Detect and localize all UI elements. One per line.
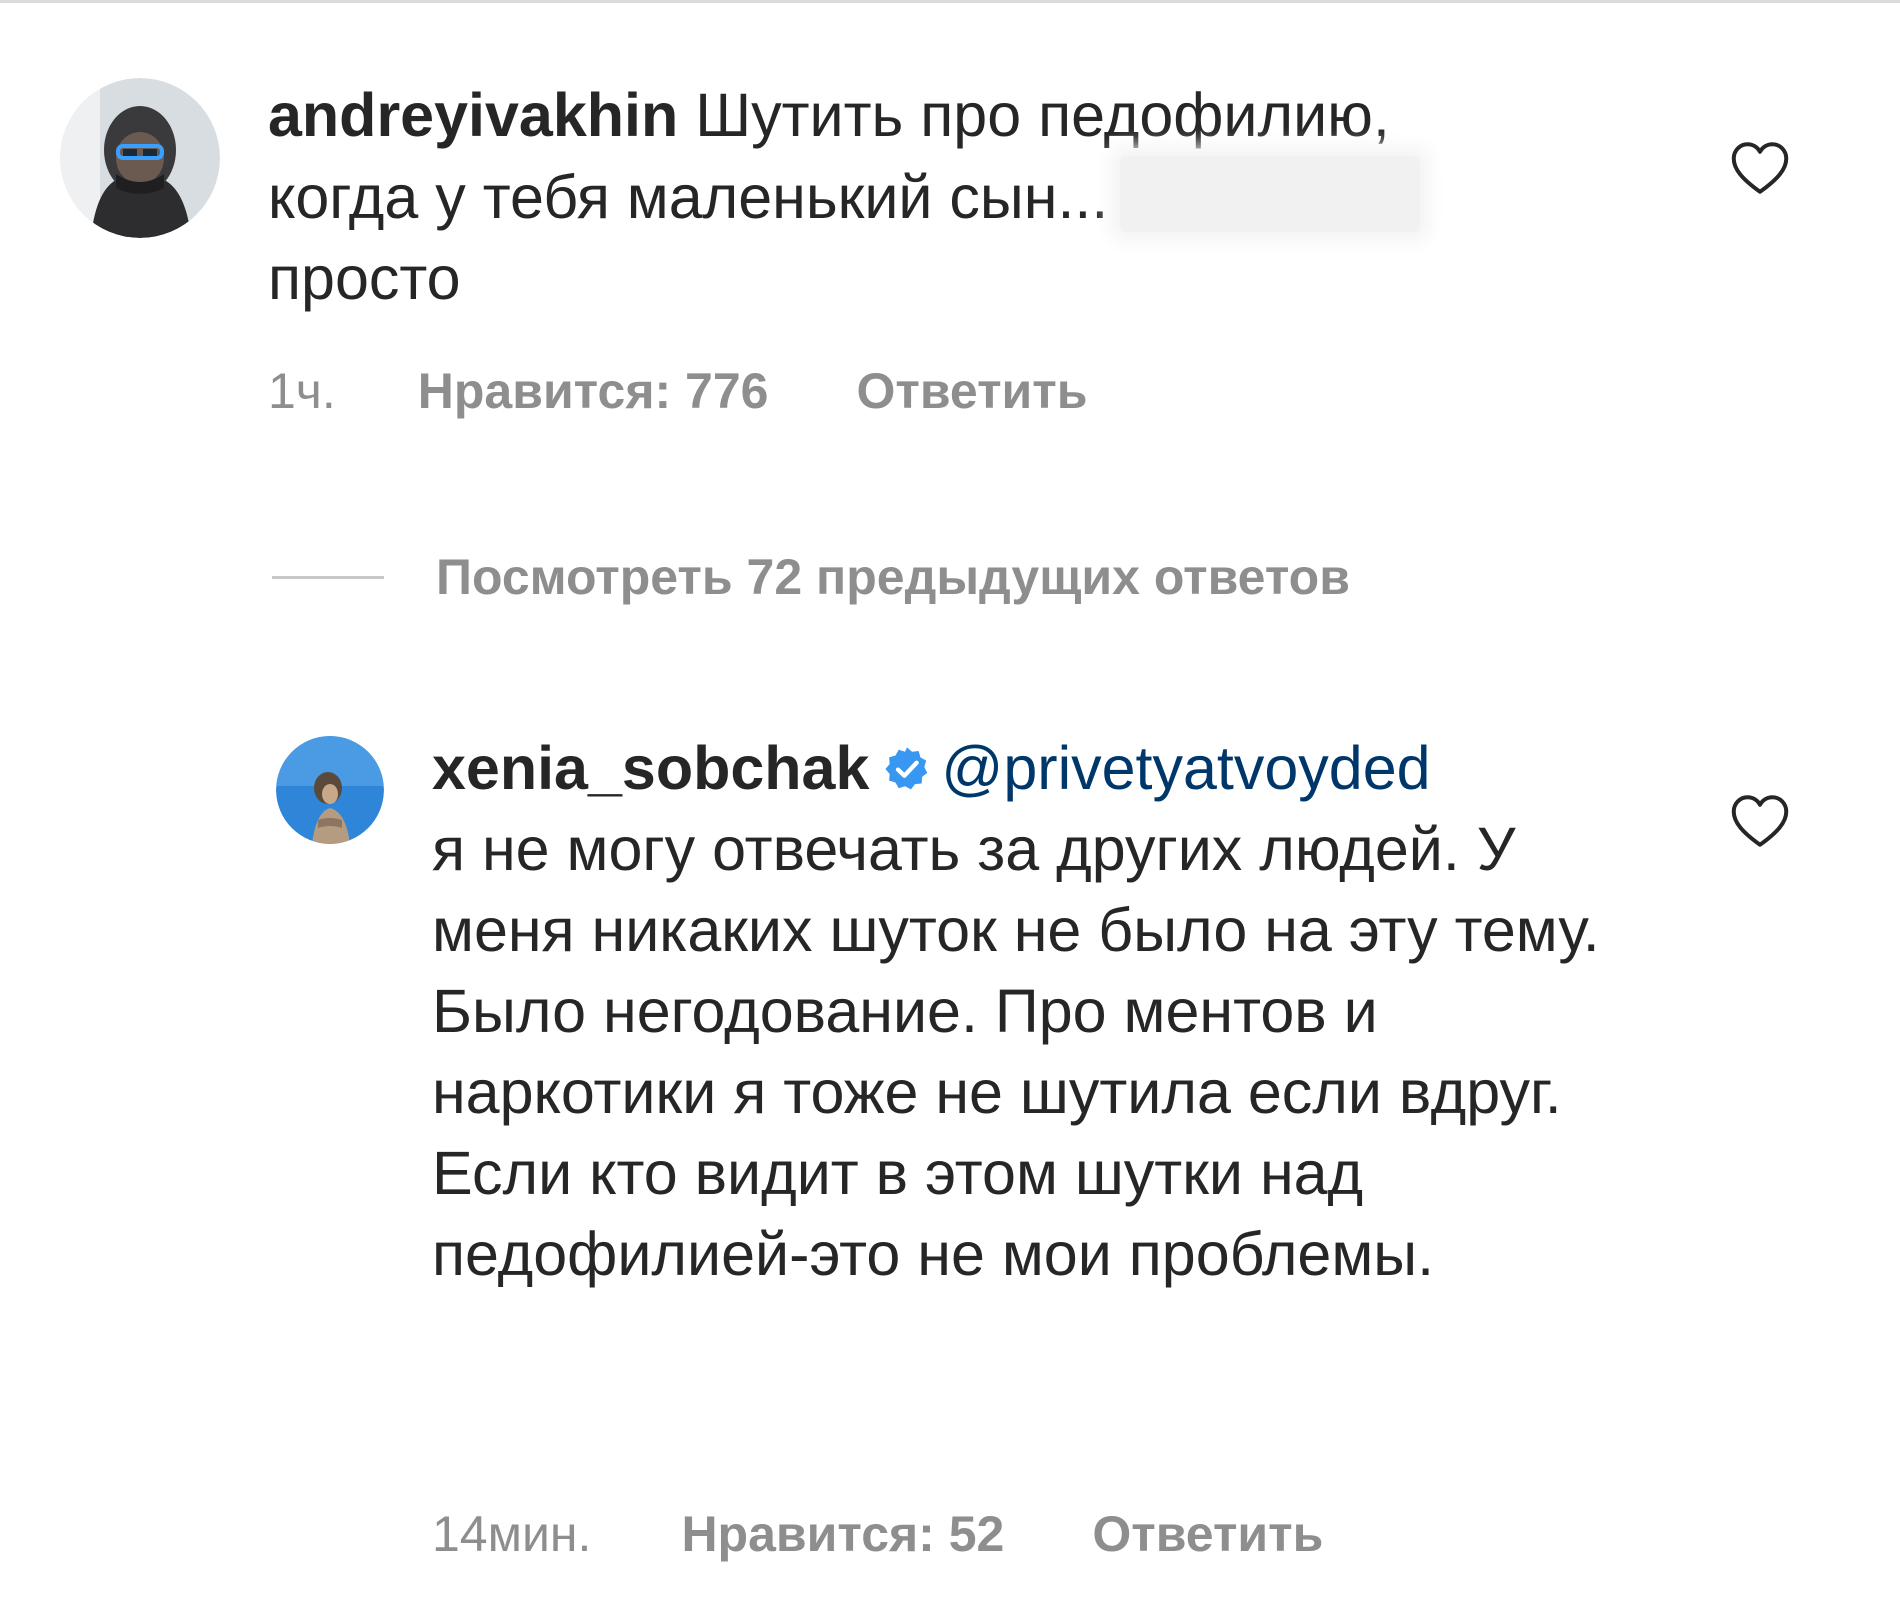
comment-username[interactable]: andreyivakhin [268, 81, 678, 149]
avatar-andreyivakhin[interactable] [60, 78, 220, 238]
comment-meta-2: 14мин. Нравится: 52 Ответить [432, 1505, 1323, 1563]
comment-text-line1: Шутить про педофилию, [695, 81, 1390, 149]
comment-time: 1ч. [268, 363, 336, 419]
like-heart-icon[interactable] [1730, 140, 1790, 196]
user-avatar-icon [60, 78, 220, 238]
reply-button[interactable]: Ответить [856, 362, 1087, 420]
comment-meta-1: 1ч. Нравится: 776 Ответить [268, 362, 1088, 420]
verified-badge-icon [883, 745, 931, 793]
view-previous-replies[interactable]: Посмотреть 72 предыдущих ответов [272, 548, 1350, 606]
avatar-xenia-sobchak[interactable] [276, 736, 384, 844]
comment-text: я не могу отвечать за других людей. У ме… [432, 815, 1617, 1288]
comment-time: 14мин. [432, 1506, 592, 1562]
comment-text-line2: когда у тебя маленький сын... [268, 163, 1109, 231]
mention-link[interactable]: @privetyatvoyded [941, 734, 1430, 802]
user-avatar-icon [276, 736, 384, 844]
comment-body-1: andreyivakhin Шутить про педофилию, когд… [268, 75, 1628, 319]
likes-count-button[interactable]: Нравится: 52 [681, 1505, 1004, 1563]
censored-blur-patch [1120, 156, 1421, 232]
comment-username[interactable]: xenia_sobchak [432, 734, 869, 802]
view-replies-label[interactable]: Посмотреть 72 предыдущих ответов [436, 548, 1350, 606]
replies-divider-line [272, 575, 384, 579]
top-divider [0, 0, 1900, 3]
comment-text-line3: просто [268, 244, 461, 312]
like-heart-icon[interactable] [1730, 793, 1790, 849]
reply-button[interactable]: Ответить [1092, 1505, 1323, 1563]
likes-count-button[interactable]: Нравится: 776 [418, 362, 769, 420]
comment-body-2: xenia_sobchak @privetyatvoyded я не могу … [432, 728, 1652, 1295]
